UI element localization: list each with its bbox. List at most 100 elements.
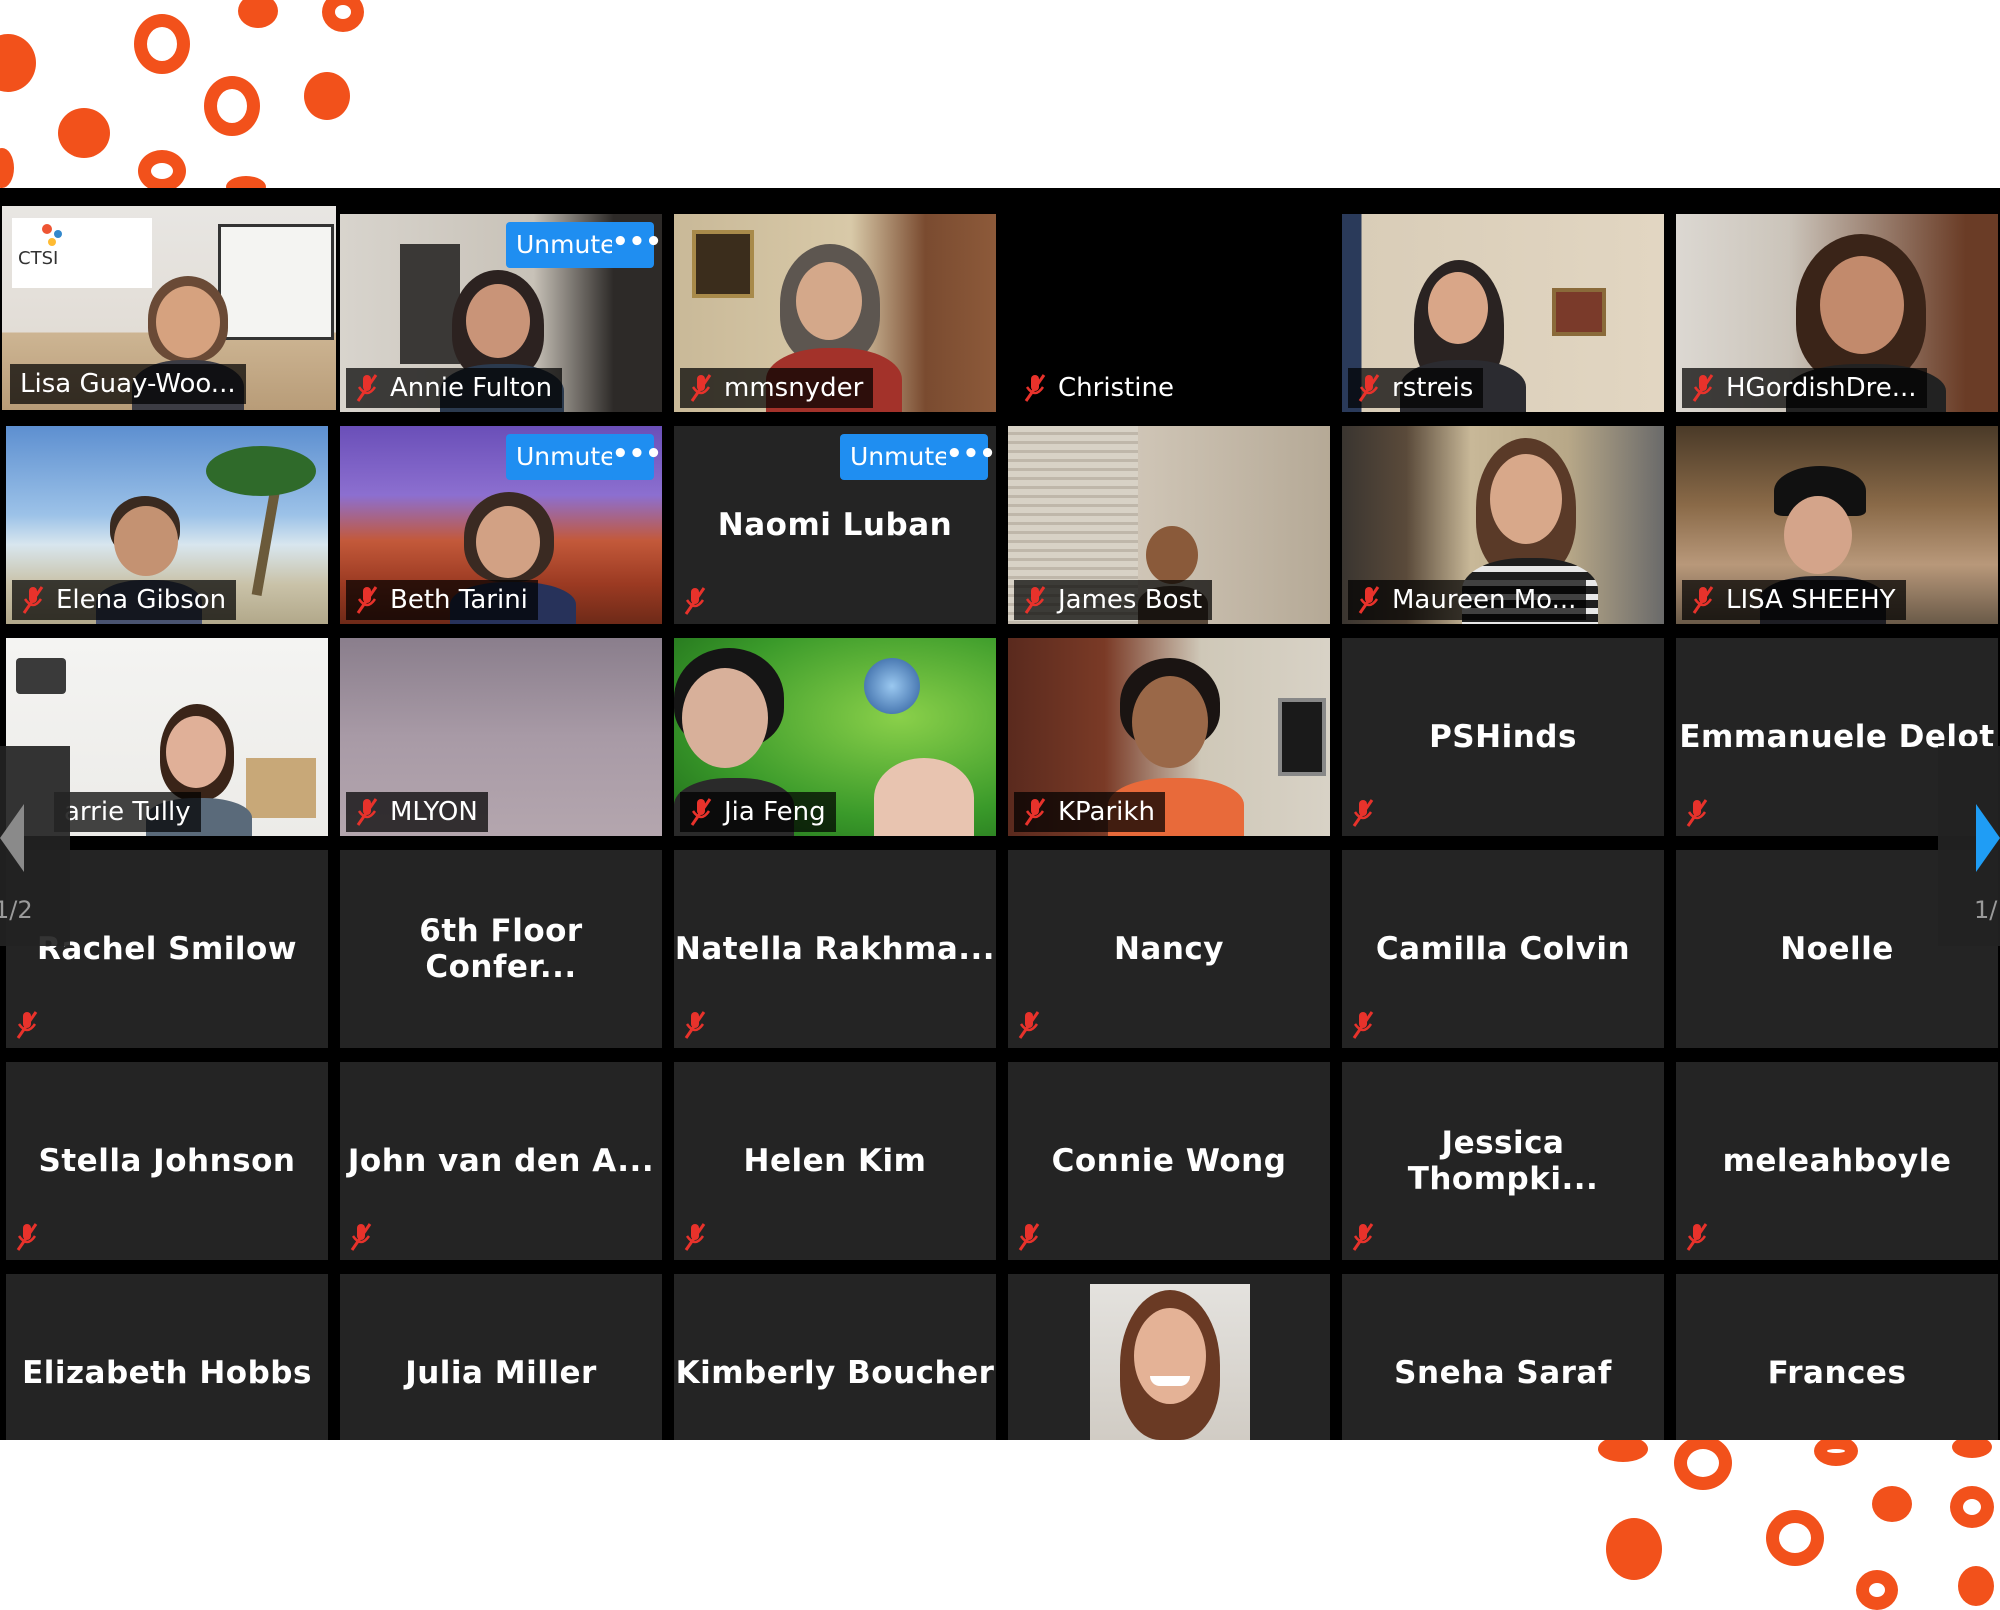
muted-mic-icon [1352, 1223, 1374, 1251]
frame-decoration [1278, 698, 1326, 776]
muted-mic-icon [1018, 1223, 1040, 1251]
more-options-icon: ••• [612, 227, 662, 257]
muted-mic-icon [356, 586, 378, 614]
unmute-button[interactable]: Unmute [506, 434, 626, 480]
participant-tile[interactable]: John van den A... [340, 1062, 662, 1260]
participant-tile[interactable]: James Bost [1008, 426, 1330, 624]
participant-tile[interactable]: Nancy [1008, 850, 1330, 1048]
participant-tile[interactable]: mmsnyder [674, 214, 996, 412]
page-indicator: 1/ [1974, 896, 1998, 924]
participant-tile[interactable]: Unmute ••• Annie Fulton [340, 214, 662, 412]
participant-name: Annie Fulton [390, 373, 553, 403]
ctsi-logo: CTSI [12, 218, 152, 288]
participant-name: MLYON [390, 797, 478, 827]
participant-tile[interactable]: meleahboyle [1676, 1062, 1998, 1260]
participant-name-label: Elena Gibson [12, 580, 237, 620]
globe-decoration [864, 658, 920, 714]
participant-tile[interactable]: Connie Wong [1008, 1062, 1330, 1260]
muted-mic-icon [1358, 586, 1380, 614]
participant-name: Kimberly Boucher [675, 1355, 995, 1391]
previous-page-button[interactable]: 1/2 [0, 746, 70, 946]
muted-mic-icon [1686, 799, 1708, 827]
unmute-button[interactable]: Unmute [506, 222, 626, 268]
participant-tile[interactable]: Unmute ••• Beth Tarini [340, 426, 662, 624]
participant-name: John van den A... [347, 1143, 655, 1179]
decorative-dots-bottom-right [1560, 1430, 2000, 1610]
unmute-button[interactable]: Unmute [840, 434, 960, 480]
muted-mic-icon [690, 798, 712, 826]
painting-decoration [692, 230, 754, 298]
muted-mic-icon [1024, 374, 1046, 402]
participant-tile[interactable]: rstreis [1342, 214, 1664, 412]
participant-tile[interactable]: Christine [1008, 214, 1330, 412]
participant-tile[interactable] [1008, 1274, 1330, 1440]
frame-decoration [1552, 288, 1606, 336]
participant-name-label: HGordishDre... [1682, 368, 1927, 408]
participant-tile[interactable]: 6th Floor Confer... [340, 850, 662, 1048]
participant-tile[interactable]: Jessica Thompki... [1342, 1062, 1664, 1260]
participant-tile[interactable]: LISA SHEEHY [1676, 426, 1998, 624]
video-gallery: CTSI Lisa Guay-Woo... Unmute ••• Annie F… [0, 188, 2000, 1440]
muted-mic-icon [16, 1011, 38, 1039]
decorative-dots-top-left [0, 0, 400, 198]
participant-name: Elizabeth Hobbs [22, 1355, 312, 1391]
next-page-button[interactable]: 1/ [1938, 746, 2000, 946]
participant-name: Julia Miller [405, 1355, 597, 1391]
muted-mic-icon [1358, 374, 1380, 402]
participant-tile[interactable]: Sneha Saraf [1342, 1274, 1664, 1440]
participant-name: Maureen Mo... [1392, 585, 1577, 615]
participant-name: James Bost [1058, 585, 1203, 615]
participant-tile[interactable]: HGordishDre... [1676, 214, 1998, 412]
participant-name: Jessica Thompki... [1407, 1125, 1599, 1197]
muted-mic-icon [684, 1223, 706, 1251]
participant-tile[interactable]: Stella Johnson [6, 1062, 328, 1260]
muted-mic-icon [1024, 586, 1046, 614]
participant-tile[interactable]: Julia Miller [340, 1274, 662, 1440]
participant-tile[interactable]: KParikh [1008, 638, 1330, 836]
more-options-button[interactable]: ••• [612, 434, 662, 480]
camera-decoration [16, 658, 66, 694]
participant-tile[interactable]: Natella Rakhma... [674, 850, 996, 1048]
more-options-button[interactable]: ••• [946, 434, 996, 480]
hand [874, 758, 974, 836]
participant-name-label: Annie Fulton [346, 368, 563, 408]
participant-tile[interactable]: PSHinds [1342, 638, 1664, 836]
participant-name: Natella Rakhma... [674, 931, 996, 967]
more-options-button[interactable]: ••• [612, 222, 662, 268]
chevron-left-icon [0, 804, 24, 872]
participant-tile[interactable]: Jia Feng [674, 638, 996, 836]
participant-tile[interactable]: MLYON [340, 638, 662, 836]
participant-name: Connie Wong [1051, 1143, 1287, 1179]
muted-mic-icon [1352, 799, 1374, 827]
participant-name: PSHinds [1429, 719, 1577, 755]
participant-name-label: Maureen Mo... [1348, 580, 1587, 620]
participant-tile[interactable]: Kimberly Boucher [674, 1274, 996, 1440]
participant-tile[interactable]: Helen Kim [674, 1062, 996, 1260]
participant-name: Frances [1767, 1355, 1907, 1391]
participant-name-label: mmsnyder [680, 368, 874, 408]
participant-name: Lisa Guay-Woo... [20, 369, 236, 399]
more-options-icon: ••• [946, 439, 996, 469]
participant-tile[interactable]: Frances [1676, 1274, 1998, 1440]
participant-name: Sneha Saraf [1394, 1355, 1612, 1391]
participant-tile[interactable]: CTSI Lisa Guay-Woo... [2, 206, 336, 410]
participant-photo [1090, 1284, 1250, 1440]
participant-name-label: rstreis [1348, 368, 1484, 408]
participant-tile[interactable]: Camilla Colvin [1342, 850, 1664, 1048]
participant-tile[interactable]: Maureen Mo... [1342, 426, 1664, 624]
participant-name: rstreis [1392, 373, 1474, 403]
participant-tile[interactable]: Elena Gibson [6, 426, 328, 624]
participant-tile[interactable]: Naomi Luban Unmute ••• [674, 426, 996, 624]
participant-name: mmsnyder [724, 373, 864, 403]
palm-tree-decoration [206, 436, 316, 596]
participant-tile[interactable]: Elizabeth Hobbs [6, 1274, 328, 1440]
participant-name-label: Beth Tarini [346, 580, 538, 620]
participant-name: Helen Kim [743, 1143, 927, 1179]
ctsi-logo-text: CTSI [18, 248, 59, 269]
participant-name: Naomi Luban [717, 507, 953, 543]
participant-name: Stella Johnson [38, 1143, 296, 1179]
desk-decoration [246, 758, 316, 818]
muted-mic-icon [1692, 374, 1714, 402]
muted-mic-icon [1024, 798, 1046, 826]
participant-name: KParikh [1058, 797, 1155, 827]
